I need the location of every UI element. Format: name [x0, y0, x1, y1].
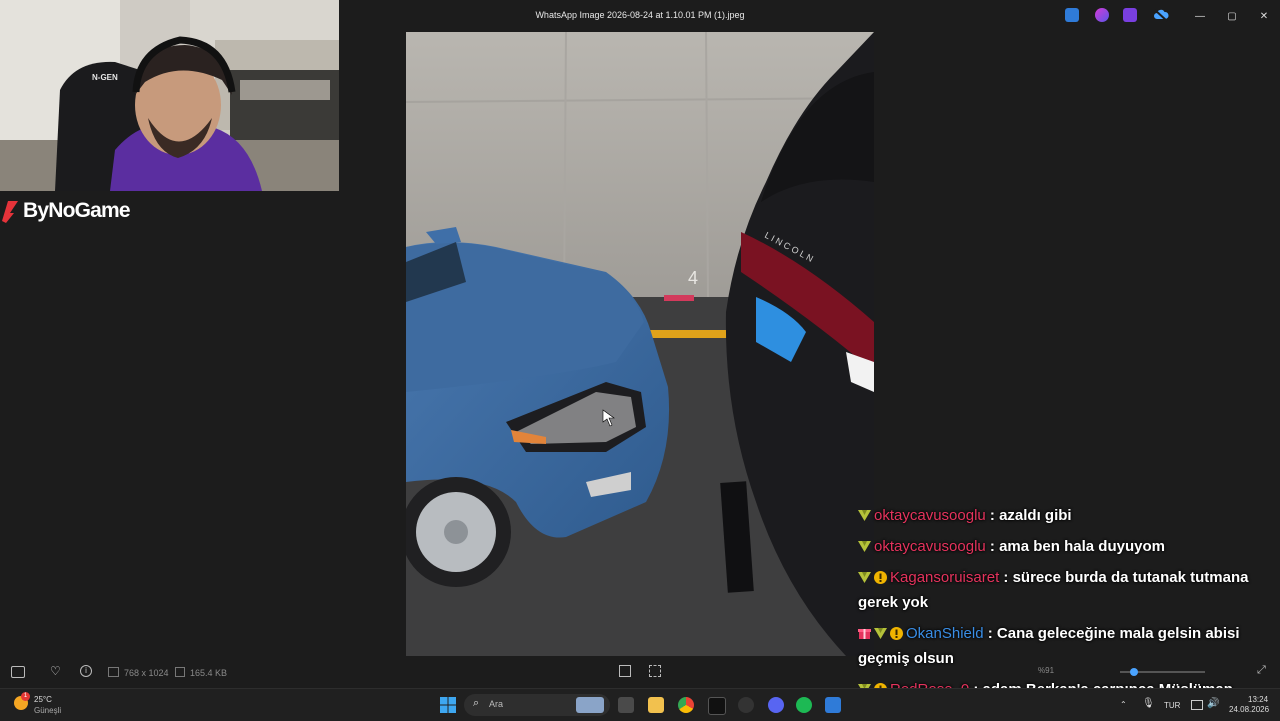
dimensions-icon — [108, 667, 119, 677]
filmstrip-icon[interactable] — [11, 666, 25, 678]
gift-badge-icon — [858, 629, 871, 639]
weather-temperature[interactable]: 25°C — [34, 695, 52, 704]
input-language[interactable]: TUR — [1164, 701, 1180, 710]
copilot-icon[interactable] — [1095, 8, 1109, 22]
verified-badge-icon — [858, 541, 871, 552]
visual-search-icon[interactable] — [649, 665, 661, 677]
weather-badge: 1 — [21, 692, 30, 701]
chair-brand-text: N-GEN — [92, 73, 118, 82]
photos-taskbar-icon[interactable] — [825, 697, 841, 713]
image-dimensions: 768 x 1024 — [124, 668, 169, 678]
clock-time[interactable]: 13:24 — [1248, 695, 1268, 704]
obs-icon[interactable] — [738, 697, 754, 713]
chat-text: : ama ben hala duyuyom — [989, 538, 1165, 555]
wall-number: 4 — [688, 268, 698, 288]
logo-text: ByNoGame — [23, 199, 131, 222]
chat-message: Kagansoruisaret : sürece burda da tutana… — [852, 562, 1280, 618]
minimize-button[interactable]: — — [1186, 6, 1214, 26]
volume-icon[interactable]: 🔊 — [1207, 698, 1219, 709]
chat-text: : azaldı gibi — [989, 507, 1072, 524]
close-button[interactable]: ✕ — [1250, 6, 1278, 26]
warning-badge-icon — [890, 627, 903, 640]
taskbar: 1 25°C Güneşli ⌕ Ara ⌃ 🎙 TUR 🔊 13:24 24.… — [0, 688, 1280, 721]
spotify-icon[interactable] — [796, 697, 812, 713]
microphone-icon[interactable]: 🎙 — [1142, 698, 1155, 709]
webcam-overlay: N-GEN — [0, 0, 339, 191]
chat-message: oktaycavusooglu : ama ben hala duyuyom — [852, 531, 1280, 562]
verified-badge-icon — [874, 628, 887, 639]
warning-badge-icon — [874, 571, 887, 584]
photos-app-icon[interactable] — [1065, 8, 1079, 22]
file-size-icon — [175, 667, 185, 677]
zoom-level[interactable]: %91 — [1038, 666, 1054, 675]
chat-username: OkanShield — [906, 625, 984, 642]
bynogame-logo: ByNoGame — [0, 197, 131, 225]
search-placeholder: Ara — [489, 699, 504, 709]
crop-icon[interactable] — [619, 665, 631, 677]
cloud-offline-icon[interactable] — [1153, 8, 1169, 22]
network-icon[interactable] — [1191, 700, 1203, 710]
clipchamp-icon[interactable] — [1123, 8, 1137, 22]
task-view-icon[interactable] — [618, 697, 634, 713]
discord-icon[interactable] — [768, 697, 784, 713]
chat-username: oktaycavusooglu — [874, 538, 986, 555]
capcut-icon[interactable] — [708, 697, 726, 715]
info-icon[interactable]: i — [80, 665, 92, 677]
favorite-heart-icon[interactable]: ♡ — [50, 664, 61, 678]
image-file-size: 165.4 KB — [190, 668, 228, 678]
chrome-icon[interactable] — [678, 697, 694, 713]
chat-username: oktaycavusooglu — [874, 507, 986, 524]
verified-badge-icon — [858, 572, 871, 583]
weather-description[interactable]: Güneşli — [34, 706, 61, 715]
photo-viewer-image[interactable]: 4 L I N C O L N — [406, 32, 874, 656]
verified-badge-icon — [858, 510, 871, 521]
search-icon: ⌕ — [473, 697, 480, 709]
maximize-button[interactable]: ▢ — [1218, 6, 1246, 26]
bynogame-logo-mark — [2, 201, 18, 223]
search-highlight-image — [576, 697, 604, 713]
zoom-slider[interactable] — [1120, 668, 1205, 676]
chat-username: Kagansoruisaret — [890, 569, 1000, 586]
fullscreen-icon[interactable]: ⤢ — [1257, 664, 1266, 677]
windows-start-icon[interactable] — [440, 697, 456, 713]
taskbar-search[interactable]: ⌕ Ara — [464, 694, 610, 716]
chat-message: oktaycavusooglu : azaldı gibi — [852, 500, 1280, 531]
tray-chevron-icon[interactable]: ⌃ — [1120, 700, 1127, 709]
zoom-slider-thumb[interactable] — [1130, 668, 1138, 676]
file-explorer-icon[interactable] — [648, 697, 664, 713]
clock-date[interactable]: 24.08.2026 — [1229, 705, 1269, 714]
